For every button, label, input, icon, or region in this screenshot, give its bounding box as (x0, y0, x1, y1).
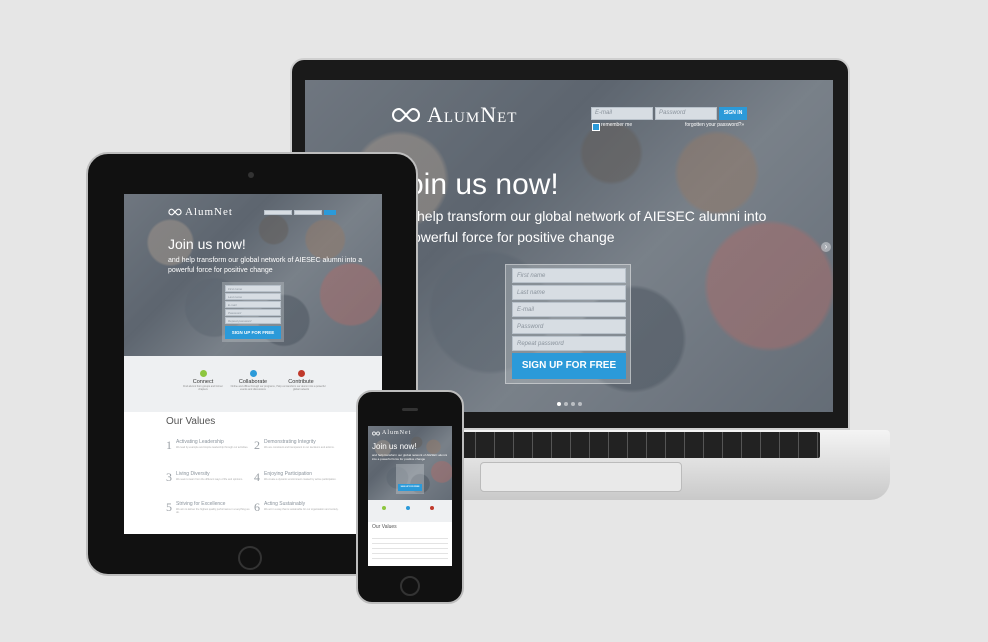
phone-signup-button[interactable]: SIGN UP FOR FREE (398, 484, 422, 491)
tablet-first-name-input[interactable]: First name (225, 285, 281, 292)
brand-logo[interactable]: AlumNet (391, 102, 517, 128)
phone-hero-subtitle: and help transform our global network of… (372, 453, 448, 461)
contribute-icon (430, 506, 434, 510)
phone-feature-icons (382, 506, 434, 510)
tablet-email-field[interactable]: E-mail (225, 301, 281, 308)
hero-subtitle-line1: help transform our global network of AIE… (417, 208, 767, 224)
carousel-dots[interactable] (557, 402, 582, 406)
phone-values-heading: Our Values (372, 524, 397, 530)
feature-collaborate-text: Online and offline through our programs,… (230, 385, 276, 391)
phone-speaker (402, 408, 418, 411)
laptop-trackpad (480, 462, 682, 492)
carousel-next-icon[interactable]: › (821, 242, 831, 252)
brand-name: AlumNet (427, 102, 518, 127)
tablet-brand-logo[interactable]: AlumNet (168, 206, 233, 218)
hero-title: oin us now! (407, 168, 559, 201)
connect-icon (382, 506, 386, 510)
collaborate-icon (249, 370, 257, 377)
tablet-screen: AlumNet Join us now! and help transform … (124, 194, 382, 534)
tablet-last-name-input[interactable]: Last name (225, 293, 281, 300)
infinity-icon (392, 107, 420, 123)
signup-email-input[interactable]: E-mail (512, 302, 626, 317)
feature-contribute: Contribute Help us transform our alumni … (276, 370, 326, 391)
phone-hero-title: Join us now! (372, 442, 417, 451)
remember-checkbox[interactable] (592, 123, 600, 131)
tablet-brand-name: AlumNet (185, 206, 233, 218)
feature-contribute-text: Help us transform our alumni into a powe… (276, 385, 326, 391)
tablet-signin-button[interactable] (324, 210, 336, 215)
tablet-password-input[interactable] (294, 210, 322, 215)
infinity-icon (168, 208, 182, 216)
login-email-input[interactable]: E-mail (591, 107, 653, 120)
phone-brand-logo[interactable]: AlumNet (372, 430, 411, 436)
phone-values-lines (372, 534, 448, 562)
tablet-password-field[interactable]: Password (225, 309, 281, 316)
last-name-input[interactable]: Last name (512, 285, 626, 300)
hero-subtitle-line2: owerful force for positive change (413, 229, 615, 245)
phone-brand-name: AlumNet (382, 430, 412, 436)
tablet-hero-subtitle: and help transform our global network of… (168, 257, 363, 274)
remember-label: remember me (601, 122, 633, 128)
tablet-repeat-password-field[interactable]: Repeat password (225, 317, 281, 324)
connect-icon (199, 370, 207, 377)
phone-signup-form: SIGN UP FOR FREE (396, 464, 424, 494)
tablet-email-input[interactable] (264, 210, 292, 215)
tablet-hero-title: Join us now! (168, 236, 246, 252)
first-name-input[interactable]: First name (512, 268, 626, 283)
tablet-camera (248, 172, 254, 178)
collaborate-icon (406, 506, 410, 510)
tablet-signup-form: First name Last name E-mail Password Rep… (222, 282, 284, 342)
phone-device: AlumNet Join us now! and help transform … (356, 390, 464, 604)
tablet-signup-button[interactable]: SIGN UP FOR FREE (225, 326, 281, 339)
phone-screen: AlumNet Join us now! and help transform … (368, 426, 452, 566)
feature-collaborate: Collaborate Online and offline through o… (228, 370, 278, 391)
phone-home-button[interactable] (400, 576, 420, 596)
signup-button[interactable]: SIGN UP FOR FREE (512, 353, 626, 379)
contribute-icon (297, 370, 305, 377)
tablet-home-button[interactable] (238, 546, 262, 570)
signup-password-input[interactable]: Password (512, 319, 626, 334)
infinity-icon (372, 430, 380, 436)
values-heading: Our Values (166, 416, 216, 427)
signup-form: First name Last name E-mail Password Rep… (505, 264, 631, 384)
repeat-password-input[interactable]: Repeat password (512, 336, 626, 351)
feature-connect-text: Find alumni from groups and former chapt… (183, 385, 223, 391)
signin-button[interactable]: SIGN IN (719, 107, 747, 120)
login-password-input[interactable]: Password (655, 107, 717, 120)
feature-connect: Connect Find alumni from groups and form… (178, 370, 228, 391)
forgot-password-link[interactable]: forgotten your password?» (685, 122, 744, 128)
